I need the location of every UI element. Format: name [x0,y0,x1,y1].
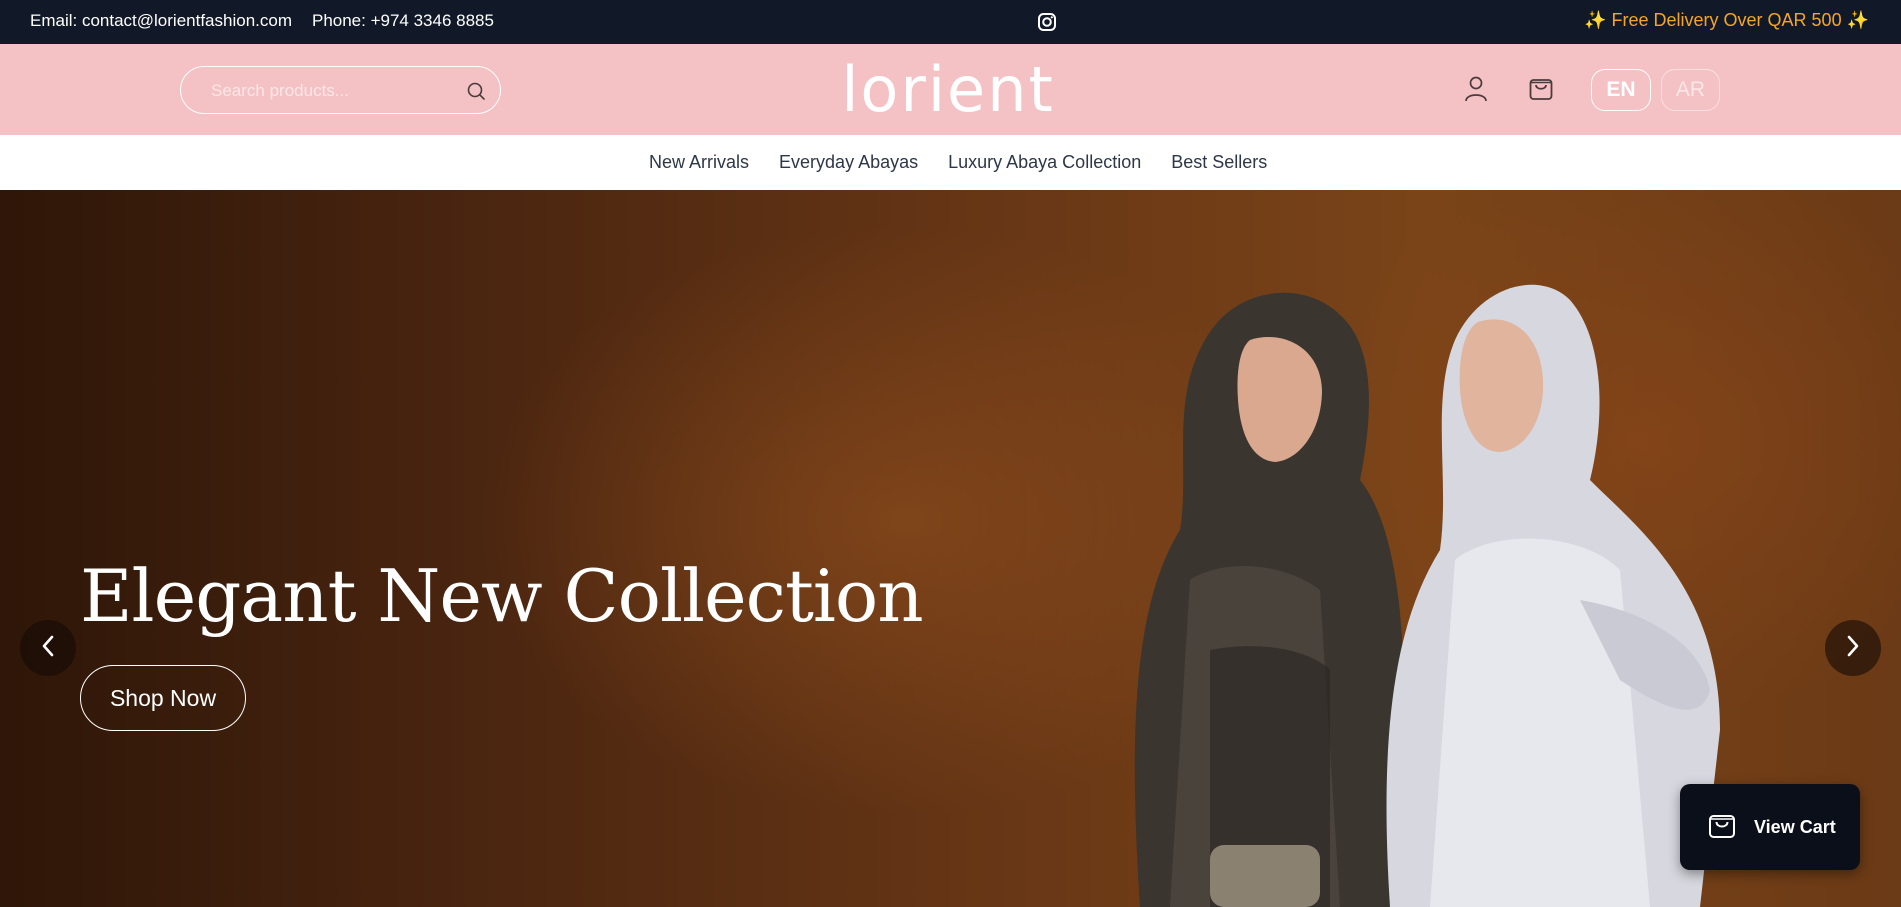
shopping-bag-icon [1706,809,1738,846]
contact-phone[interactable]: Phone: +974 3346 8885 [312,11,494,31]
nav-luxury-abaya-collection[interactable]: Luxury Abaya Collection [948,152,1141,173]
chevron-right-icon [1844,634,1862,663]
main-navigation: New Arrivals Everyday Abayas Luxury Abay… [0,135,1901,190]
carousel-prev-button[interactable] [20,620,76,676]
search-icon[interactable] [465,80,487,102]
chevron-left-icon [39,634,57,663]
search-input[interactable] [211,79,441,103]
free-delivery-promo: ✨ Free Delivery Over QAR 500 ✨ [1584,10,1869,30]
carousel-next-button[interactable] [1825,620,1881,676]
nav-best-sellers[interactable]: Best Sellers [1171,152,1267,173]
nav-everyday-abayas[interactable]: Everyday Abayas [779,152,918,173]
user-icon[interactable] [1462,74,1490,104]
hero-banner: Elegant New Collection Shop Now [0,190,1901,907]
shopping-bag-icon[interactable] [1526,73,1556,103]
language-en-button[interactable]: EN [1591,69,1651,111]
search-bar [180,66,501,114]
brand-logo[interactable]: lorient [833,53,1063,126]
nav-new-arrivals[interactable]: New Arrivals [649,152,749,173]
shop-now-button[interactable]: Shop Now [80,665,246,731]
top-announcement-bar: Email: contact@lorientfashion.com Phone:… [0,0,1901,44]
instagram-icon[interactable] [1037,12,1057,32]
view-cart-button[interactable]: View Cart [1680,784,1860,870]
hero-image-models [1134,284,1720,907]
contact-email[interactable]: Email: contact@lorientfashion.com [30,11,292,31]
brand-logo-text: lorient [841,54,1055,124]
language-ar-button[interactable]: AR [1661,69,1720,111]
contact-info: Email: contact@lorientfashion.com Phone:… [30,11,494,31]
view-cart-label: View Cart [1754,816,1836,837]
site-header: lorient EN AR [0,44,1901,135]
hero-title: Elegant New Collection [80,554,924,638]
